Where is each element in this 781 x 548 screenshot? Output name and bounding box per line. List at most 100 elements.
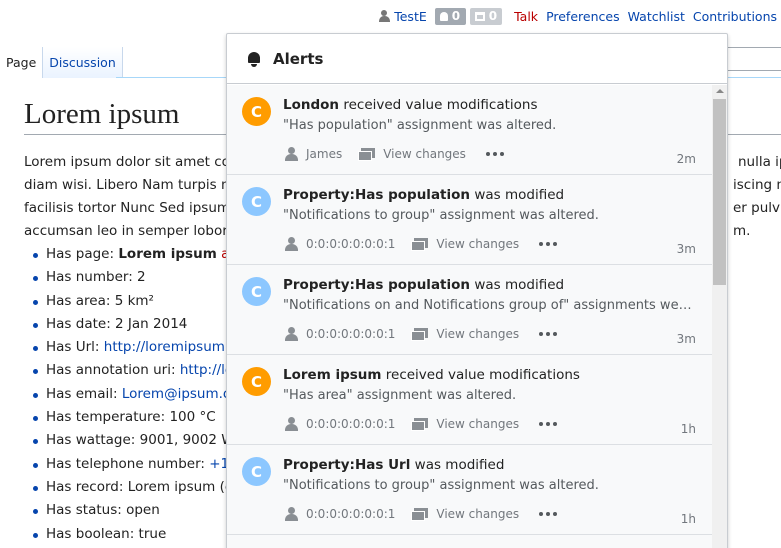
paragraph-tail: nulla ipsu (738, 154, 781, 170)
notices-count: 0 (488, 9, 498, 23)
more-options-icon[interactable] (539, 332, 558, 336)
url-link[interactable]: http://loremipsum.or (104, 339, 243, 355)
email-link[interactable]: Lorem@ipsum.or (122, 386, 237, 402)
notification-body: "Notifications on and Notifications grou… (283, 298, 693, 313)
list-item: Has area: 5 km² (30, 293, 247, 316)
user-icon (285, 147, 298, 161)
talk-link[interactable]: Talk (514, 9, 538, 24)
user-icon (285, 237, 298, 251)
notification-timestamp: 2m (676, 152, 696, 166)
preferences-link[interactable]: Preferences (546, 9, 620, 24)
alerts-popup: Alerts C London received value modificati… (226, 33, 728, 548)
list-item: Has telephone number: +1-2 (30, 456, 247, 479)
notification-avatar-icon: C (242, 97, 271, 126)
notification-item[interactable]: C Property:Has population was modified "No… (227, 265, 712, 355)
list-item: Has status: open (30, 502, 247, 525)
list-item: Has date: 2 Jan 2014 (30, 316, 247, 339)
notification-actions: James View changes (285, 147, 504, 161)
list-item: Has wattage: 9001, 9002 W, (30, 432, 247, 455)
changes-icon (411, 507, 429, 521)
paragraph-tail: iscing nec (733, 177, 781, 193)
alerts-badge[interactable]: 0 (434, 7, 466, 25)
search-input[interactable] (727, 47, 781, 71)
notification-timestamp: 3m (676, 332, 696, 346)
more-options-icon[interactable] (539, 242, 558, 246)
notification-timestamp: 1h (680, 422, 696, 436)
paragraph-tail: er pulvinar (733, 200, 781, 216)
notification-item[interactable]: C Property:Has population was modified "No… (227, 175, 712, 265)
scrollbar-thumb[interactable] (713, 99, 726, 285)
changes-icon (358, 147, 376, 161)
notification-title: Lorem ipsum received value modifications (283, 367, 580, 383)
user-icon (285, 327, 298, 341)
notification-list: C London received value modifications "Has… (227, 85, 712, 548)
notification-actions: 0:0:0:0:0:0:0:1 View changes (285, 417, 558, 431)
notification-title: London received value modifications (283, 97, 538, 113)
list-item: Has temperature: 100 °C (30, 409, 247, 432)
notification-actions: 0:0:0:0:0:0:0:1 View changes (285, 327, 558, 341)
view-changes-link[interactable]: View changes (358, 147, 466, 161)
user-icon (285, 507, 298, 521)
tab-discussion[interactable]: Discussion (43, 47, 123, 78)
agent-link[interactable]: 0:0:0:0:0:0:0:1 (285, 417, 395, 431)
notification-avatar-icon: C (242, 187, 271, 216)
changes-icon (411, 327, 429, 341)
agent-link[interactable]: 0:0:0:0:0:0:0:1 (285, 237, 395, 251)
view-changes-link[interactable]: View changes (411, 327, 519, 341)
notification-avatar-icon: C (242, 277, 271, 306)
notification-avatar-icon: C (242, 367, 271, 396)
notification-title: Property:Has population was modified (283, 277, 565, 293)
contributions-link[interactable]: Contributions (693, 9, 777, 24)
tray-icon (474, 11, 485, 21)
username: TestE (394, 8, 427, 24)
notices-badge[interactable]: 0 (469, 7, 503, 25)
notification-timestamp: 1h (680, 512, 696, 526)
bell-icon (439, 11, 448, 21)
list-item: Has annotation uri: http://lore (30, 362, 247, 385)
popup-title: Alerts (273, 49, 324, 68)
notification-item[interactable]: C Lorem ipsum received value modification… (227, 355, 712, 445)
notification-title: Property:Has population was modified (283, 187, 565, 203)
notification-actions: 0:0:0:0:0:0:0:1 View changes (285, 507, 558, 521)
agent-link[interactable]: 0:0:0:0:0:0:0:1 (285, 507, 395, 521)
notification-body: "Has area" assignment was altered. (283, 388, 517, 403)
popup-header: Alerts (227, 34, 727, 84)
list-item: Has Url: http://loremipsum.or (30, 339, 247, 362)
view-changes-link[interactable]: View changes (411, 417, 519, 431)
paragraph-line: accumsan leo in semper lobortis (24, 223, 244, 239)
user-icon (285, 417, 298, 431)
notification-timestamp: 3m (676, 242, 696, 256)
view-changes-link[interactable]: View changes (411, 237, 519, 251)
watchlist-link[interactable]: Watchlist (628, 9, 685, 24)
view-changes-link[interactable]: View changes (411, 507, 519, 521)
personal-toolbar: TestE 0 0 Talk Preferences Watchlist Con… (379, 6, 777, 26)
notification-body: "Notifications to group" assignment was … (283, 478, 599, 493)
paragraph-tail: m. (733, 223, 751, 239)
list-item: Has record: Lorem ipsum (cl (30, 479, 247, 502)
more-options-icon[interactable] (539, 422, 558, 426)
notification-body: "Notifications to group" assignment was … (283, 208, 599, 223)
user-icon (379, 10, 391, 22)
scrollbar[interactable] (712, 85, 727, 548)
changes-icon (411, 417, 429, 431)
paragraph-line: facilisis tortor Nunc Sed ipsum te (24, 200, 248, 216)
notification-body: "Has population" assignment was altered. (283, 118, 557, 133)
notification-title: Property:Has Url was modified (283, 457, 505, 473)
scroll-up-arrow[interactable] (716, 89, 724, 93)
more-options-icon[interactable] (539, 512, 558, 516)
agent-link[interactable]: 0:0:0:0:0:0:0:1 (285, 327, 395, 341)
page-tabs: Page Discussion (0, 47, 123, 78)
more-options-icon[interactable] (485, 152, 504, 156)
list-item: Has email: Lorem@ipsum.or (30, 386, 247, 409)
notification-item[interactable]: C Property:Has Url was modified "Notificat… (227, 445, 712, 535)
paragraph-line: Lorem ipsum dolor sit amet cons (24, 154, 246, 170)
user-link[interactable]: TestE (379, 9, 427, 24)
tab-page[interactable]: Page (0, 47, 44, 78)
notification-avatar-icon: C (242, 457, 271, 486)
alerts-count: 0 (451, 9, 461, 23)
list-item: Has number: 2 (30, 269, 247, 292)
agent-link[interactable]: James (285, 147, 342, 161)
paragraph-line: diam wisi. Libero Nam turpis nec (24, 177, 246, 193)
notification-actions: 0:0:0:0:0:0:0:1 View changes (285, 237, 558, 251)
notification-item[interactable]: C London received value modifications "Has… (227, 85, 712, 175)
